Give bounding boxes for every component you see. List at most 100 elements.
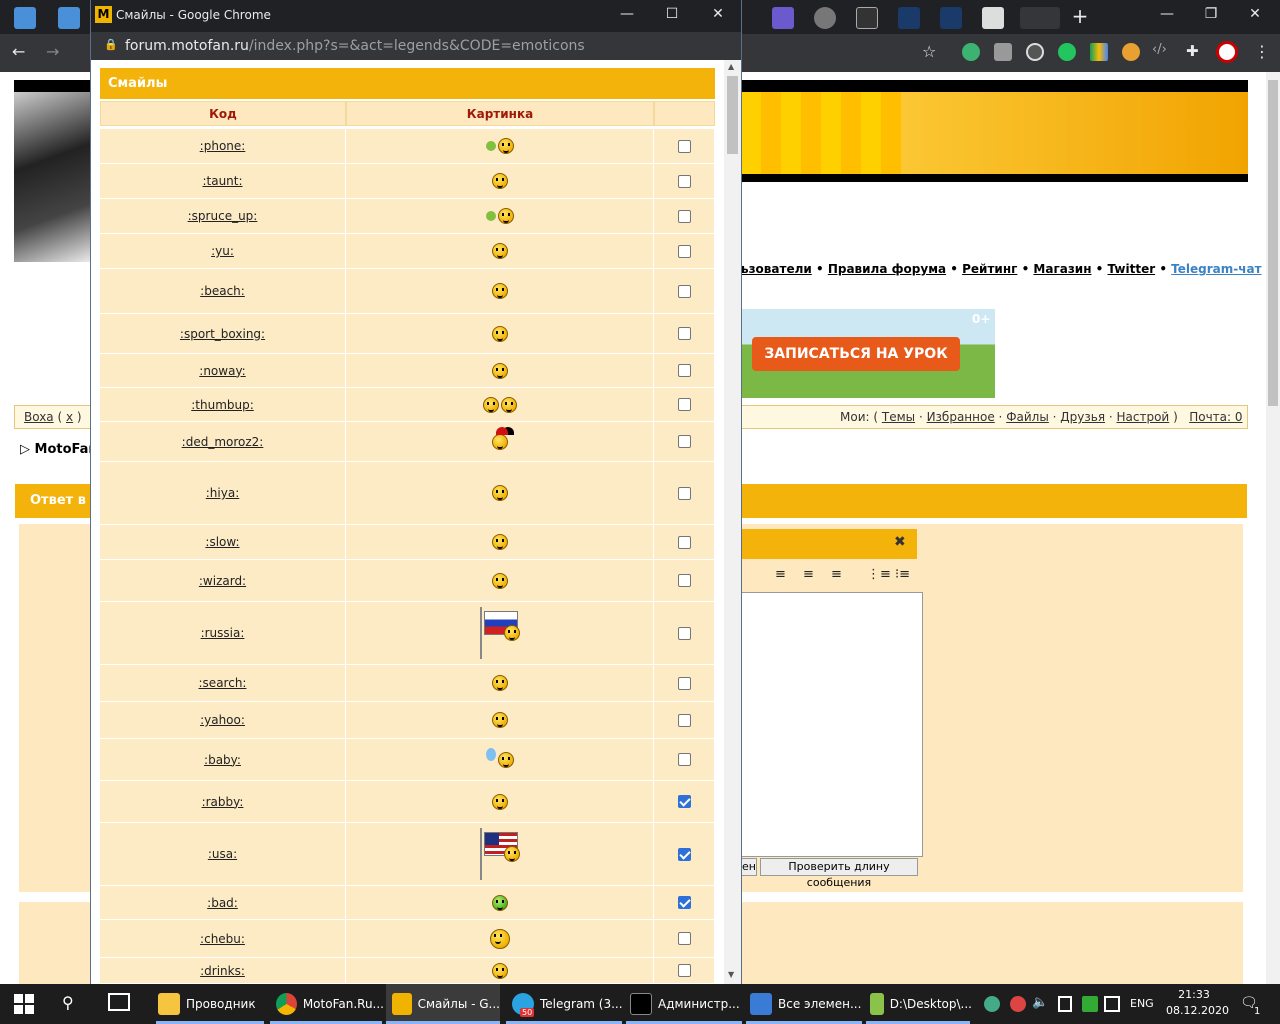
windows-start-icon[interactable] — [14, 994, 34, 1014]
smiley-picture[interactable] — [346, 462, 654, 525]
check-length-button[interactable]: Проверить длину сообщения — [760, 858, 918, 889]
smiley-code-link[interactable]: :phone: — [100, 129, 346, 164]
smiley-picture[interactable] — [346, 702, 654, 739]
new-tab-button[interactable]: + — [1070, 4, 1090, 28]
smiley-code-link[interactable]: :taunt: — [100, 164, 346, 199]
nav-link-rating[interactable]: Рейтинг — [962, 262, 1017, 276]
popup-close-icon[interactable]: ✕ — [703, 6, 733, 22]
smiley-code-link[interactable]: :beach: — [100, 269, 346, 314]
lock-icon[interactable]: 🔒 — [104, 38, 118, 51]
devtools-icon[interactable]: ‹/› — [1152, 42, 1167, 57]
nav-link-rules[interactable]: Правила форума — [828, 262, 946, 276]
smiley-picture[interactable] — [346, 886, 654, 920]
taskbar-explorer[interactable]: Проводник — [150, 984, 268, 1024]
popup-scrollbar[interactable] — [724, 60, 741, 984]
align-right-icon[interactable]: ≡ — [831, 567, 842, 582]
taskbar-chrome-smileys[interactable]: Смайлы - G... — [386, 984, 500, 1024]
smiley-picture[interactable] — [346, 422, 654, 462]
tab-favicon[interactable] — [58, 7, 80, 29]
smiley-picture[interactable] — [346, 739, 654, 781]
tab-favicon[interactable] — [982, 7, 1004, 29]
smiley-picture[interactable] — [346, 525, 654, 560]
align-left-icon[interactable]: ≡ — [775, 567, 786, 582]
smiley-code-link[interactable]: :wizard: — [100, 560, 346, 602]
close-icon[interactable]: ✕ — [1240, 6, 1270, 22]
breadcrumb-link[interactable]: MotoFan — [35, 442, 98, 457]
row-checkbox[interactable] — [677, 244, 691, 258]
my-topics-link[interactable]: Темы — [882, 410, 915, 424]
popup-minimize-icon[interactable]: — — [612, 6, 642, 22]
message-textarea[interactable] — [741, 592, 923, 857]
extensions-puzzle-icon[interactable]: ✚ — [1186, 42, 1199, 60]
system-clock[interactable]: 21:33 08.12.2020 — [1166, 987, 1229, 1019]
row-checkbox[interactable] — [677, 398, 691, 411]
page-scrollbar-thumb[interactable] — [1268, 80, 1278, 406]
row-checkbox[interactable] — [677, 896, 691, 909]
tray-chrome-icon[interactable] — [1010, 996, 1026, 1012]
editor-close-icon[interactable]: ✖ — [894, 534, 906, 550]
smiley-picture[interactable] — [346, 602, 654, 665]
smiley-picture[interactable] — [346, 314, 654, 354]
tray-app-icon[interactable] — [1082, 996, 1098, 1012]
active-tab[interactable] — [1020, 7, 1060, 29]
smiley-code-link[interactable]: :ded_moroz2: — [100, 422, 346, 462]
smiley-picture[interactable] — [346, 199, 654, 234]
bookmark-star-icon[interactable]: ☆ — [922, 42, 936, 61]
tab-favicon[interactable] — [14, 7, 36, 29]
smiley-picture[interactable] — [346, 920, 654, 958]
smiley-picture[interactable] — [346, 958, 654, 984]
smiley-picture[interactable] — [346, 164, 654, 199]
smiley-code-link[interactable]: :search: — [100, 665, 346, 702]
popup-maximize-icon[interactable]: ☐ — [657, 6, 687, 22]
smiley-code-link[interactable]: :drinks: — [100, 958, 346, 984]
nav-link-users[interactable]: ьзователи — [741, 262, 812, 276]
row-checkbox[interactable] — [677, 139, 691, 153]
smiley-picture[interactable] — [346, 560, 654, 602]
smiley-code-link[interactable]: :noway: — [100, 354, 346, 388]
smiley-code-link[interactable]: :russia: — [100, 602, 346, 665]
row-checkbox[interactable] — [677, 174, 691, 188]
extension-icon[interactable] — [1122, 43, 1140, 61]
smiley-picture[interactable] — [346, 781, 654, 823]
drive-icon[interactable] — [1090, 43, 1108, 61]
scroll-down-arrow-icon[interactable]: ▼ — [728, 970, 734, 979]
row-checkbox[interactable] — [677, 327, 691, 340]
tab-favicon[interactable] — [856, 7, 878, 29]
tab-favicon[interactable] — [898, 7, 920, 29]
smiley-picture[interactable] — [346, 665, 654, 702]
row-checkbox[interactable] — [677, 676, 691, 690]
taskbar-admin-console[interactable]: Администр... — [626, 984, 744, 1024]
menu-dots-icon[interactable]: ⋮ — [1254, 42, 1270, 61]
row-checkbox[interactable] — [677, 486, 691, 500]
restore-icon[interactable]: ❐ — [1196, 6, 1226, 22]
ad-signup-button[interactable]: ЗАПИСАТЬСЯ НА УРОК — [752, 337, 960, 371]
tab-favicon[interactable] — [772, 7, 794, 29]
my-favorites-link[interactable]: Избранное — [927, 410, 995, 424]
extension-icon[interactable] — [962, 43, 980, 61]
back-arrow-icon[interactable]: ← — [12, 42, 25, 61]
taskbar-notepad[interactable]: D:\Desktop\... — [866, 984, 972, 1024]
row-checkbox[interactable] — [677, 626, 691, 640]
tray-device-icon[interactable] — [1058, 996, 1072, 1012]
row-checkbox[interactable] — [677, 753, 691, 766]
smiley-code-link[interactable]: :baby: — [100, 739, 346, 781]
editor-button[interactable]: ен — [741, 858, 757, 876]
smiley-code-link[interactable]: :spruce_up: — [100, 199, 346, 234]
smiley-code-link[interactable]: :sport_boxing: — [100, 314, 346, 354]
row-checkbox[interactable] — [677, 535, 691, 549]
input-language[interactable]: ENG — [1130, 997, 1154, 1010]
smiley-picture[interactable] — [346, 129, 654, 164]
smiley-picture[interactable] — [346, 234, 654, 269]
row-checkbox[interactable] — [677, 847, 691, 861]
smiley-picture[interactable] — [346, 354, 654, 388]
smiley-code-link[interactable]: :slow: — [100, 525, 346, 560]
nav-link-twitter[interactable]: Twitter — [1108, 262, 1156, 276]
row-checkbox[interactable] — [677, 795, 691, 808]
my-settings-link[interactable]: Настрой — [1117, 410, 1170, 424]
popup-url[interactable]: forum.motofan.ru/index.php?s=&act=legend… — [125, 38, 585, 54]
taskbar-telegram[interactable]: Telegram (3... — [506, 984, 624, 1024]
popup-scrollbar-thumb[interactable] — [727, 76, 738, 154]
pocket-icon[interactable] — [1026, 43, 1044, 61]
row-checkbox[interactable] — [677, 932, 691, 945]
volume-icon[interactable]: 🔈 — [1032, 995, 1048, 1010]
